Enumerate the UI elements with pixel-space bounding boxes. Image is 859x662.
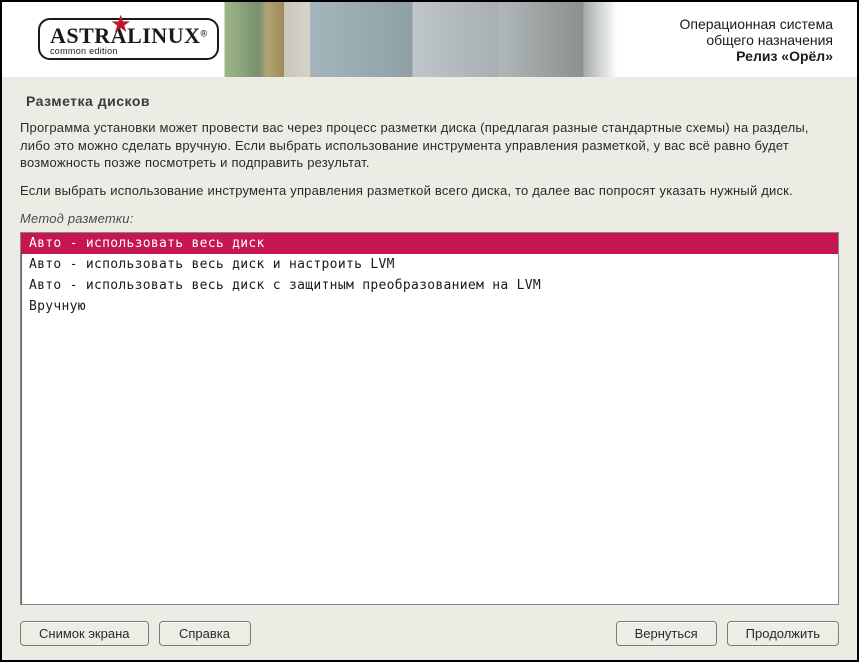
banner: ★ ASTRALINUX® common edition Операционна… — [2, 2, 857, 77]
partition-option[interactable]: Вручную — [21, 296, 838, 317]
screenshot-button[interactable]: Снимок экрана — [20, 621, 149, 646]
installer-window: ★ ASTRALINUX® common edition Операционна… — [0, 0, 859, 662]
partition-option[interactable]: Авто - использовать весь диск — [21, 233, 838, 254]
spacer — [261, 621, 606, 646]
help-button[interactable]: Справка — [159, 621, 251, 646]
description-1: Программа установки может провести вас ч… — [20, 119, 839, 172]
page-title: Разметка дисков — [26, 93, 839, 109]
description-2: Если выбрать использование инструмента у… — [20, 182, 839, 200]
logo-registered: ® — [200, 29, 207, 39]
partition-method-list[interactable]: Авто - использовать весь дискАвто - испо… — [20, 232, 839, 605]
footer: Снимок экрана Справка Вернуться Продолжи… — [2, 615, 857, 660]
banner-line1: Операционная система — [680, 16, 833, 32]
banner-line2: общего назначения — [680, 32, 833, 48]
partition-option[interactable]: Авто - использовать весь диск и настроит… — [21, 254, 838, 275]
method-label: Метод разметки: — [20, 211, 839, 226]
content-area: Разметка дисков Программа установки може… — [2, 77, 857, 615]
banner-text: Операционная система общего назначения Р… — [680, 16, 833, 64]
back-button[interactable]: Вернуться — [616, 621, 717, 646]
banner-line3: Релиз «Орёл» — [680, 48, 833, 64]
star-icon: ★ — [110, 10, 134, 34]
logo: ★ ASTRALINUX® common edition — [38, 18, 224, 66]
partition-option[interactable]: Авто - использовать весь диск с защитным… — [21, 275, 838, 296]
continue-button[interactable]: Продолжить — [727, 621, 839, 646]
